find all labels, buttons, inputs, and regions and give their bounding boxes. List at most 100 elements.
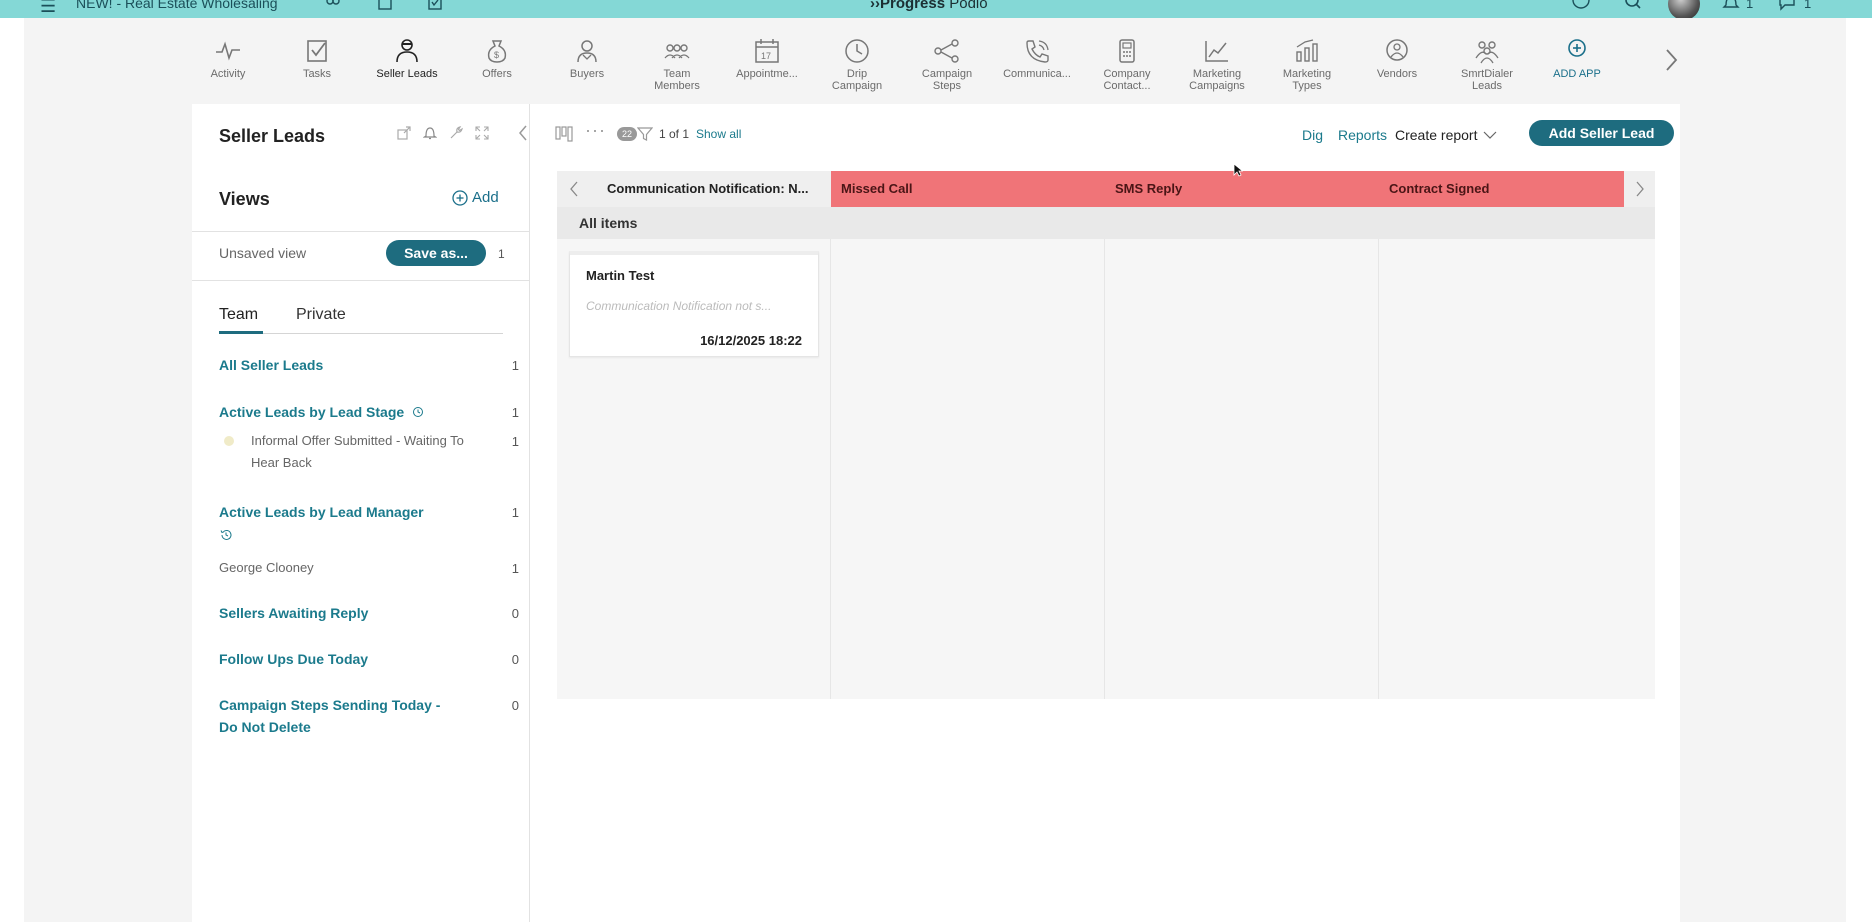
view-all-seller-leads[interactable]: All Seller Leads [219,354,323,376]
bell-icon[interactable] [422,126,438,145]
create-report-label: Create report [1395,127,1478,143]
column-header-contract-signed[interactable]: Contract Signed [1379,171,1621,207]
menu-icon[interactable]: ☰ [40,0,56,17]
app-activity[interactable]: Activity [185,38,271,80]
chevron-right-icon[interactable] [1664,48,1678,77]
svg-text:17: 17 [761,51,771,61]
share-icon[interactable] [397,126,411,145]
search-icon[interactable] [1624,0,1642,11]
show-all-link[interactable]: Show all [696,127,741,141]
app-marketing-types[interactable]: Marketing Types [1264,38,1350,92]
app-label: Activity [210,68,246,80]
workspace-name[interactable]: NEW! - Real Estate Wholesaling [76,0,278,11]
app-buyers[interactable]: Buyers [544,38,630,80]
stage-color-dot [224,436,234,446]
logo-light: Podio [949,0,988,12]
view-sub-george-clooney[interactable]: George Clooney [219,557,314,579]
logo-bold: Progress [880,0,946,12]
scroll-right-button[interactable] [1621,171,1655,207]
view-campaign-steps-sending-today[interactable]: Campaign Steps Sending Today - Do Not De… [219,694,459,738]
divider [192,231,530,232]
app-marketing-campaigns[interactable]: Marketing Campaigns [1174,38,1260,92]
lead-card[interactable]: Martin Test Communication Notification n… [569,251,819,357]
filter-icon[interactable] [636,126,654,147]
smrtdialer-leads-icon [1475,41,1499,64]
contacts-icon[interactable] [324,0,342,11]
app-label: Vendors [1376,68,1418,80]
app-seller-leads[interactable]: Seller Leads [364,38,450,80]
history-icon [219,528,233,547]
column-header-missed-call[interactable]: Missed Call [831,171,1105,207]
pagination-info: 1 of 1 [659,127,690,141]
save-as-button[interactable]: Save as... [386,240,486,266]
column-header-communication-notification[interactable]: Communication Notification: N... [591,171,831,207]
filter-count-badge: 22 [617,127,637,141]
card-title: Martin Test [586,268,655,283]
add-seller-lead-button[interactable]: Add Seller Lead [1529,120,1674,146]
view-follow-ups-due-today[interactable]: Follow Ups Due Today [219,648,368,670]
add-view-button[interactable]: Add [452,189,499,206]
activity-icon [216,41,240,61]
expand-icon[interactable] [475,126,489,145]
app-add-app[interactable]: ADD APP [1534,38,1620,80]
app-communications[interactable]: Communica... [994,38,1080,80]
view-sellers-awaiting-reply[interactable]: Sellers Awaiting Reply [219,602,368,624]
avatar[interactable] [1668,0,1700,20]
tasks-top-icon[interactable] [426,0,444,11]
app-title: Seller Leads [219,126,326,146]
app-label: Marketing Types [1282,68,1332,92]
logo-mark-icon: ›› [870,0,880,12]
offers-icon: $ [487,40,507,63]
seller-leads-icon [396,39,418,63]
scroll-left-button[interactable] [557,171,591,207]
company-contact-icon [1119,39,1135,63]
chat-icon[interactable] [1778,0,1796,11]
view-active-leads-by-manager[interactable]: Active Leads by Lead Manager [219,501,424,523]
app-team-members[interactable]: Team Members [634,38,720,92]
tab-team[interactable]: Team [219,306,258,324]
tab-private[interactable]: Private [296,306,346,324]
board-layout-icon[interactable] [555,126,573,147]
reports-link[interactable]: Reports [1338,127,1387,143]
calendar-top-icon[interactable] [376,0,394,11]
more-options-icon[interactable]: ··· [585,120,606,141]
add-view-label: Add [472,189,499,206]
board-column [1105,239,1379,699]
chevron-left-icon [570,181,578,197]
app-smrtdialer-leads[interactable]: SmrtDialer Leads [1444,38,1530,92]
sidebar-tools [397,126,489,145]
app-appointments[interactable]: 17 Appointme... [724,38,810,80]
view-count: 1 [511,434,519,449]
help-icon[interactable] [1572,0,1590,11]
workspace-area: Activity Tasks Seller Leads $ Offers Buy… [24,18,1846,922]
app-company-contacts[interactable]: Company Contact... [1084,38,1170,92]
view-active-leads-by-stage[interactable]: Active Leads by Lead Stage [219,401,424,423]
view-count: 1 [511,405,519,420]
card-date: 16/12/2025 18:22 [700,333,802,348]
buyers-icon [577,40,597,63]
app-label: Tasks [302,68,332,80]
create-report-dropdown[interactable]: Create report [1395,127,1497,143]
collapse-sidebar-icon[interactable] [518,124,528,147]
app-vendors[interactable]: Vendors [1354,38,1440,80]
wrench-icon[interactable] [449,126,463,145]
campaign-steps-icon [934,39,959,63]
plus-circle-icon [452,189,468,206]
app-offers[interactable]: $ Offers [454,38,540,80]
app-label: Drip Campaign [831,68,883,92]
board-column [831,239,1105,699]
view-label: Active Leads by Lead Stage [219,404,405,420]
bell-icon[interactable] [1722,0,1740,11]
app-label: Seller Leads [376,68,438,80]
app-tasks[interactable]: Tasks [274,38,360,80]
notifications-count: 1 [1746,0,1754,11]
dig-link[interactable]: Dig [1302,127,1323,143]
view-count: 0 [511,606,519,621]
progress-podio-logo[interactable]: ››Progress Podio [870,0,988,12]
view-sub-informal-offer[interactable]: Informal Offer Submitted - Waiting To He… [251,430,476,474]
app-campaign-steps[interactable]: Campaign Steps [904,38,990,92]
marketing-types-icon [1296,39,1318,62]
board-view: ··· 22 1 of 1 Show all Dig Reports Creat… [531,104,1680,922]
app-drip-campaign[interactable]: Drip Campaign [814,38,900,92]
view-count: 1 [511,358,519,373]
